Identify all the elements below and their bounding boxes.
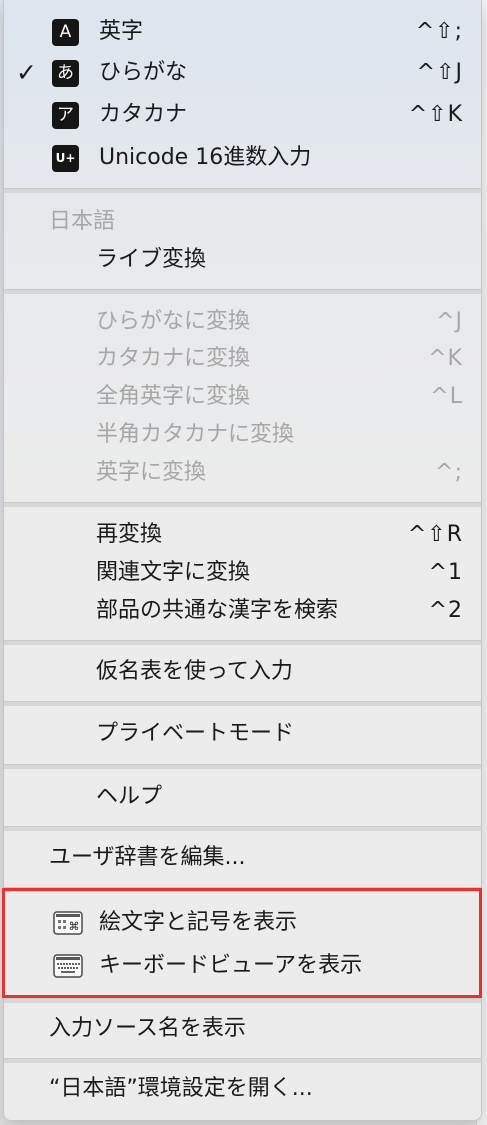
- menu-item-live-conversion[interactable]: ライブ変換: [4, 242, 481, 278]
- menu-item-label: ひらがな: [99, 60, 188, 85]
- menu-item-shortcut: ^1: [428, 560, 463, 585]
- menu-item-convert-fullwidth-alpha: 全角英字に変換 ^L: [4, 379, 481, 415]
- menu-separator: [4, 701, 481, 706]
- unicode-mode-icon: U+: [52, 145, 79, 172]
- menu-item-label: 入力ソース名を表示: [49, 1016, 246, 1041]
- menu-item-label: カタカナに変換: [96, 346, 251, 371]
- section-header-japanese: 日本語: [4, 204, 481, 240]
- menu-item-shortcut: ^⇧J: [416, 60, 463, 85]
- menu-item-label: 半角カタカナに変換: [96, 422, 295, 447]
- menu-item-label: ヘルプ: [96, 784, 163, 809]
- menu-item-label: 英字: [99, 19, 144, 44]
- menu-separator: [4, 188, 481, 193]
- menu-separator: [4, 1058, 481, 1063]
- menu-separator: [4, 887, 481, 892]
- menu-item-label: ユーザ辞書を編集...: [49, 845, 246, 870]
- menu-item-shortcut: ^⇧;: [415, 19, 463, 44]
- menu-item-katakana[interactable]: ア カタカナ ^⇧K: [4, 97, 481, 133]
- menu-item-shortcut: ^K: [428, 346, 463, 371]
- menu-item-unicode[interactable]: U+ Unicode 16進数入力: [4, 140, 481, 176]
- menu-item-show-source-name[interactable]: 入力ソース名を表示: [4, 1011, 481, 1047]
- menu-separator: [4, 826, 481, 831]
- menu-item-hiragana[interactable]: ✓ あ ひらがな ^⇧J: [4, 55, 481, 91]
- menu-item-related-chars[interactable]: 関連文字に変換 ^1: [4, 555, 481, 591]
- menu-item-label: キーボードビューアを表示: [99, 953, 363, 978]
- menu-item-label: “日本語”環境設定を開く...: [49, 1076, 313, 1101]
- input-source-menu: A 英字 ^⇧; ✓ あ ひらがな ^⇧J ア カタカナ ^⇧K U+ Unic…: [3, 0, 482, 1121]
- menu-item-label: プライベートモード: [96, 721, 295, 746]
- menu-item-shortcut: ^J: [436, 309, 463, 334]
- menu-item-reconvert[interactable]: 再変換 ^⇧R: [4, 517, 481, 553]
- menu-item-label: 関連文字に変換: [96, 560, 251, 585]
- menu-separator: [4, 998, 481, 1003]
- menu-item-label: 仮名表を使って入力: [96, 659, 293, 684]
- command-grid-icon: ⌘: [53, 911, 83, 935]
- svg-text:⌘: ⌘: [69, 920, 80, 933]
- menu-item-kanji-search[interactable]: 部品の共通な漢字を検索 ^2: [4, 593, 481, 629]
- katakana-mode-icon: ア: [52, 102, 79, 129]
- hiragana-mode-icon: あ: [52, 60, 79, 87]
- menu-item-label: 英字に変換: [96, 460, 207, 485]
- menu-item-convert-halfwidth-katakana: 半角カタカナに変換: [4, 417, 481, 453]
- menu-item-convert-katakana: カタカナに変換 ^K: [4, 341, 481, 377]
- menu-item-label: 絵文字と記号を表示: [99, 910, 298, 935]
- menu-item-open-preferences[interactable]: “日本語”環境設定を開く...: [4, 1071, 481, 1107]
- menu-separator: [4, 640, 481, 645]
- menu-item-help[interactable]: ヘルプ: [4, 779, 481, 815]
- menu-item-shortcut: ^;: [435, 460, 463, 485]
- menu-item-shortcut: ^2: [428, 598, 463, 623]
- menu-item-label: Unicode 16進数入力: [99, 145, 312, 170]
- menu-item-label: ライブ変換: [96, 247, 207, 272]
- menu-item-label: カタカナ: [99, 102, 188, 127]
- menu-separator: [4, 289, 481, 294]
- menu-item-shortcut: ^⇧R: [407, 522, 463, 547]
- menu-item-shortcut: ^L: [430, 384, 463, 409]
- menu-item-label: 部品の共通な漢字を検索: [96, 598, 339, 623]
- menu-item-convert-alpha: 英字に変換 ^;: [4, 455, 481, 491]
- menu-separator: [4, 502, 481, 507]
- menu-separator: [4, 764, 481, 769]
- keyboard-icon: [53, 954, 83, 978]
- menu-item-convert-hiragana: ひらがなに変換 ^J: [4, 304, 481, 340]
- section-header-label: 日本語: [49, 209, 116, 234]
- checkmark-icon: ✓: [16, 58, 37, 87]
- menu-item-emoji-viewer[interactable]: ⌘ 絵文字と記号を表示: [4, 905, 481, 941]
- alphanumeric-mode-icon: A: [52, 19, 79, 46]
- menu-item-alphanumeric[interactable]: A 英字 ^⇧;: [4, 14, 481, 50]
- menu-item-label: ひらがなに変換: [96, 309, 251, 334]
- menu-item-label: 再変換: [96, 522, 163, 547]
- menu-item-kana-table[interactable]: 仮名表を使って入力: [4, 654, 481, 690]
- menu-item-keyboard-viewer[interactable]: キーボードビューアを表示: [4, 948, 481, 984]
- menu-item-private-mode[interactable]: プライベートモード: [4, 716, 481, 752]
- menu-item-edit-dictionary[interactable]: ユーザ辞書を編集...: [4, 840, 481, 876]
- menu-item-label: 全角英字に変換: [96, 384, 251, 409]
- menu-item-shortcut: ^⇧K: [408, 102, 463, 127]
